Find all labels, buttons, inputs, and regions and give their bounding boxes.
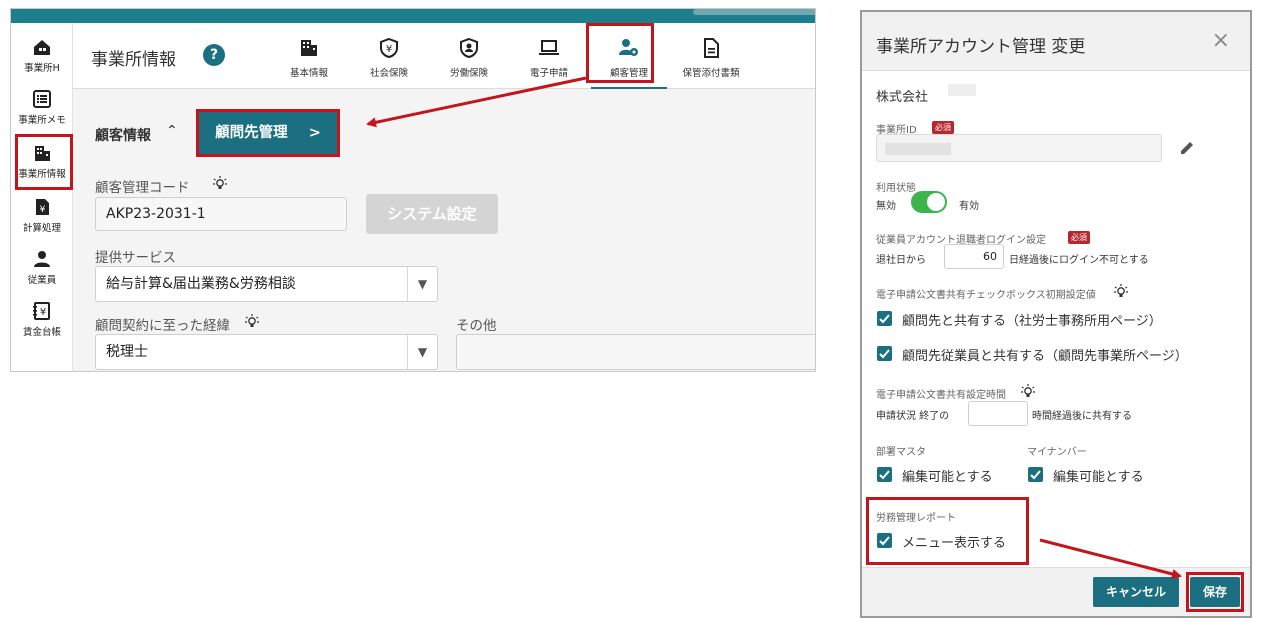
arrow-to-save-button bbox=[1039, 538, 1182, 579]
stage: 事業所H 事業所メモ 事業所情報 ¥ 計算処理 従業員 ¥ 賃金台帳 事業所情報… bbox=[0, 0, 1263, 628]
annotation-arrows bbox=[366, 76, 1182, 579]
arrow-to-advisor-management bbox=[366, 76, 587, 128]
